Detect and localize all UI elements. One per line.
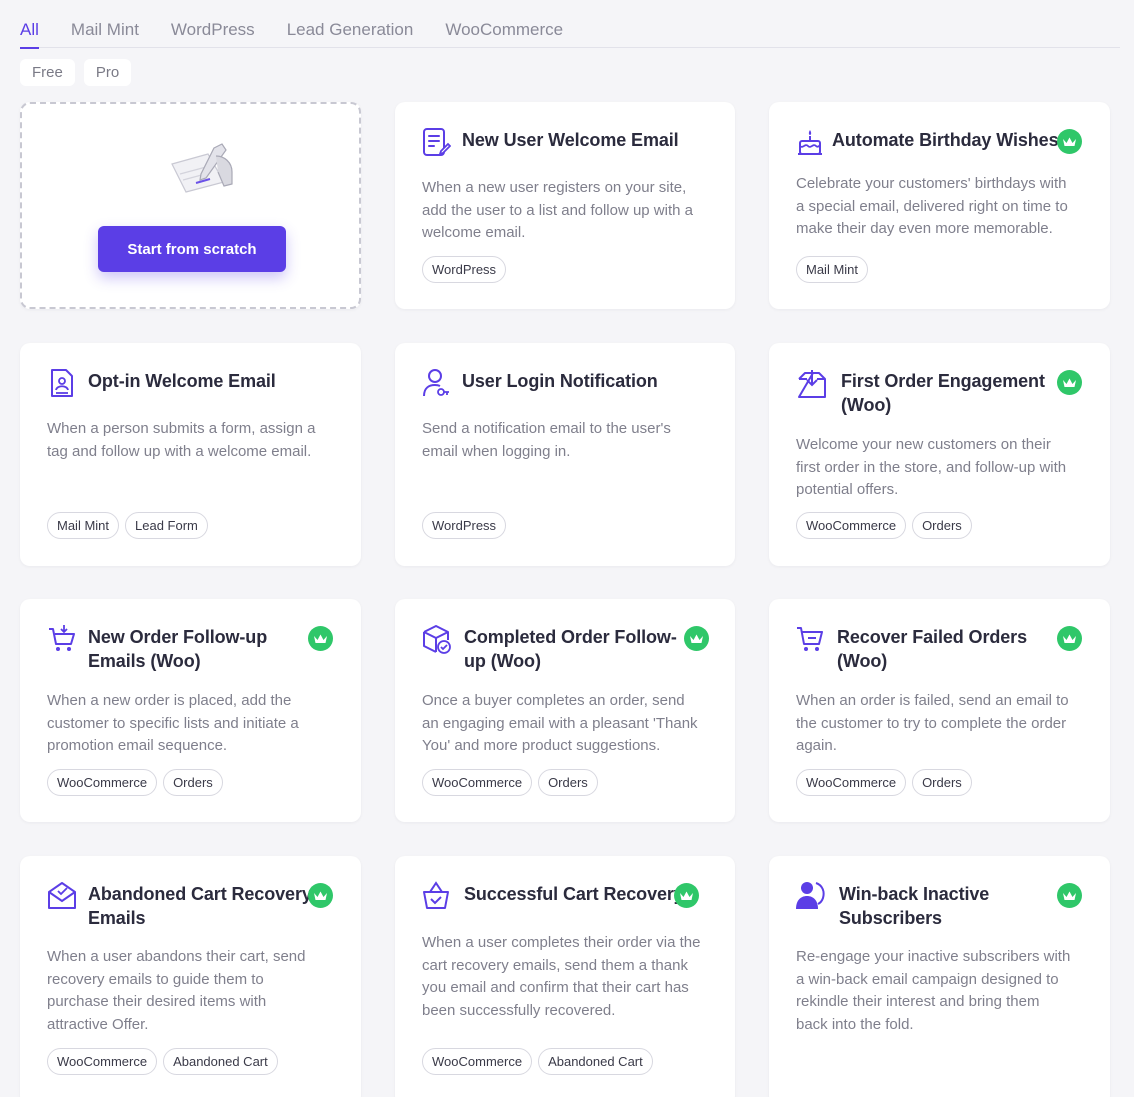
template-card-optin-welcome[interactable]: Opt-in Welcome Email When a person submi… <box>20 343 361 566</box>
card-description: When an order is failed, send an email t… <box>796 692 1069 754</box>
card-tags: WooCommerce Abandoned Cart <box>47 1048 278 1075</box>
start-from-scratch-card[interactable]: Start from scratch <box>20 102 361 309</box>
tag-orders: Orders <box>912 512 972 539</box>
card-description: Send a notification email to the user's e… <box>422 420 671 460</box>
tab-mail-mint[interactable]: Mail Mint <box>71 18 139 48</box>
card-description: When a person submits a form, assign a ta… <box>47 420 316 460</box>
pro-crown-icon <box>308 883 333 908</box>
tag-woocommerce: WooCommerce <box>422 1048 533 1075</box>
card-title: Win-back Inactive Subscribers <box>839 884 990 928</box>
template-card-completed-order-followup[interactable]: Completed Order Follow-up (Woo) Once a b… <box>395 599 735 822</box>
user-key-icon <box>423 369 449 397</box>
pro-crown-icon <box>684 626 709 651</box>
template-card-birthday-wishes[interactable]: Automate Birthday Wishes Celebrate your … <box>769 102 1110 309</box>
template-card-user-login-notification[interactable]: User Login Notification Send a notificat… <box>395 343 735 566</box>
start-from-scratch-button[interactable]: Start from scratch <box>98 226 286 272</box>
card-description: When a new user registers on your site, a… <box>422 179 693 241</box>
card-description: Re-engage your inactive subscribers with… <box>796 948 1071 1033</box>
card-title: Opt-in Welcome Email <box>88 371 276 391</box>
pro-crown-icon <box>308 626 333 651</box>
card-title: New User Welcome Email <box>462 130 679 150</box>
pro-crown-icon <box>1057 129 1082 154</box>
tag-orders: Orders <box>538 769 598 796</box>
template-card-new-user-welcome[interactable]: New User Welcome Email When a new user r… <box>395 102 735 309</box>
filter-pro[interactable]: Pro <box>83 59 132 86</box>
tag-wordpress: WordPress <box>422 256 507 283</box>
card-description: When a user abandons their cart, send rec… <box>47 948 306 1033</box>
package-check-icon <box>423 625 451 654</box>
category-tabs: All Mail Mint WordPress Lead Generation … <box>20 18 1120 49</box>
filter-free[interactable]: Free <box>20 59 75 86</box>
tag-abandoned-cart: Abandoned Cart <box>538 1048 653 1075</box>
tag-woocommerce: WooCommerce <box>47 769 158 796</box>
order-download-icon <box>798 370 826 398</box>
template-card-successful-cart-recovery[interactable]: Successful Cart Recovery When a user com… <box>395 856 735 1097</box>
birthday-cake-icon <box>798 130 822 155</box>
template-card-first-order-engagement[interactable]: First Order Engagement (Woo) Welcome your… <box>769 343 1110 566</box>
tag-lead-form: Lead Form <box>125 512 208 539</box>
card-title: New Order Follow-up Emails (Woo) <box>88 627 268 671</box>
card-tags: WooCommerce Orders <box>796 769 972 796</box>
card-description: Once a buyer completes an order, send an … <box>422 692 698 754</box>
card-description: Welcome your new customers on their first… <box>796 436 1067 498</box>
card-description: When a new order is placed, add the custo… <box>47 692 299 754</box>
cart-failed-icon <box>797 627 823 651</box>
tag-woocommerce: WooCommerce <box>47 1048 158 1075</box>
tag-orders: Orders <box>163 769 223 796</box>
template-card-win-back-inactive[interactable]: Win-back Inactive Subscribers Re-engage y… <box>769 856 1110 1097</box>
card-description: Celebrate your customers' birthdays with… <box>796 175 1068 237</box>
writing-illustration-icon <box>171 143 233 193</box>
tag-woocommerce: WooCommerce <box>422 769 533 796</box>
card-tags: WooCommerce Orders <box>796 512 972 539</box>
card-tags: WooCommerce Abandoned Cart <box>422 1048 653 1075</box>
pro-crown-icon <box>1057 370 1082 395</box>
email-form-icon <box>423 128 451 156</box>
card-tags: WooCommerce Orders <box>47 769 223 796</box>
envelope-open-icon <box>48 882 76 909</box>
template-card-abandoned-cart-recovery[interactable]: Abandoned Cart Recovery Emails When a use… <box>20 856 361 1097</box>
tab-all[interactable]: All <box>20 18 39 49</box>
card-tags: WordPress <box>422 512 507 539</box>
tag-mail-mint: Mail Mint <box>796 256 869 283</box>
user-return-icon <box>796 882 825 909</box>
template-card-recover-failed-orders[interactable]: Recover Failed Orders (Woo) When an order… <box>769 599 1110 822</box>
tab-lead-generation[interactable]: Lead Generation <box>287 18 414 48</box>
template-card-new-order-followup[interactable]: New Order Follow-up Emails (Woo) When a n… <box>20 599 361 822</box>
tag-orders: Orders <box>912 769 972 796</box>
card-title: User Login Notification <box>462 371 658 391</box>
card-title: Recover Failed Orders (Woo) <box>837 627 1027 671</box>
tag-abandoned-cart: Abandoned Cart <box>163 1048 278 1075</box>
card-tags: Mail Mint Lead Form <box>47 512 208 539</box>
card-title: Automate Birthday Wishes <box>832 130 1059 150</box>
card-description: When a user completes their order via th… <box>422 934 701 1019</box>
cart-add-icon <box>49 625 75 651</box>
card-tags: WordPress <box>422 256 507 283</box>
tag-woocommerce: WooCommerce <box>796 769 907 796</box>
card-title: Abandoned Cart Recovery Emails <box>88 884 312 928</box>
tab-wordpress[interactable]: WordPress <box>171 18 255 48</box>
card-title: First Order Engagement (Woo) <box>841 371 1045 415</box>
card-title: Completed Order Follow-up (Woo) <box>464 627 677 671</box>
card-tags: Mail Mint <box>796 256 869 283</box>
optin-form-icon <box>51 369 73 397</box>
basket-check-icon <box>423 881 449 909</box>
card-tags: WooCommerce Orders <box>422 769 598 796</box>
tag-wordpress: WordPress <box>422 512 507 539</box>
plan-filters: Free Pro <box>20 59 132 86</box>
tag-mail-mint: Mail Mint <box>47 512 120 539</box>
pro-crown-icon <box>1057 883 1082 908</box>
pro-crown-icon <box>1057 626 1082 651</box>
pro-crown-icon <box>674 883 699 908</box>
tab-woocommerce[interactable]: WooCommerce <box>445 18 563 48</box>
card-title: Successful Cart Recovery <box>464 884 684 904</box>
tag-woocommerce: WooCommerce <box>796 512 907 539</box>
